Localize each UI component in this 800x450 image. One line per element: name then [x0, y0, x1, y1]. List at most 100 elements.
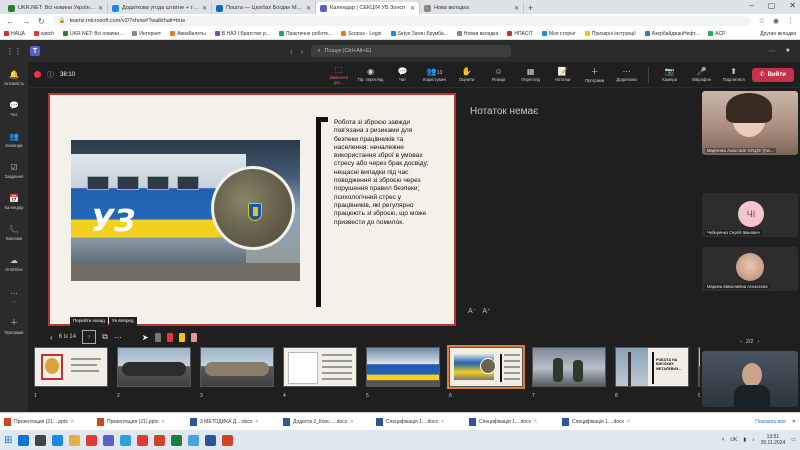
reactions-button[interactable]: ☺ Реакції [485, 67, 513, 82]
taskbar-app-icon[interactable] [103, 434, 115, 446]
tab-close-icon[interactable]: ✕ [514, 5, 519, 12]
chevron-up-icon[interactable]: ˄ [350, 419, 353, 425]
url-field[interactable]: 🔒 teams.microsoft.com/v2/?show#?walkthal… [52, 16, 751, 26]
increase-font-button[interactable]: A⁺ [482, 307, 490, 315]
taskbar-app-icon[interactable] [154, 434, 166, 446]
more-slide-options-icon[interactable]: ⋯ [114, 333, 122, 342]
bookmark-item[interactable]: Моя сторінг [541, 31, 576, 37]
taskbar-app-icon[interactable] [69, 434, 81, 446]
browser-tab[interactable]: Пошта — Цюхбах Богдан Микол ✕ [212, 2, 316, 14]
bookmark-item[interactable]: Scopus - Login [341, 31, 382, 37]
taskbar-app-icon[interactable] [188, 434, 200, 446]
close-downloads-icon[interactable]: ✕ [792, 419, 796, 425]
other-bookmarks[interactable]: Другие вкладки [760, 31, 796, 37]
back-icon[interactable]: ← [6, 17, 14, 26]
search-input[interactable]: ⌕ Пошук (Ctrl+Alt+E) [311, 45, 512, 57]
taskbar-app-icon[interactable] [222, 434, 234, 446]
pager-next-icon[interactable]: › [758, 339, 760, 345]
chevron-up-icon[interactable]: ˄ [255, 419, 258, 425]
download-item[interactable]: Специфікація 1....docx ˄ [376, 417, 464, 426]
browser-tab[interactable]: Календар | СЕКЦІЯ УБ Зонсп ✕ [316, 2, 420, 14]
bookmark-item[interactable]: Интернет [132, 31, 161, 37]
more-options-button[interactable]: ⋯ Додатково [613, 67, 641, 82]
raise-hand-button[interactable]: ✋ Оцінити [453, 67, 481, 82]
chevron-up-icon[interactable]: ˄ [441, 419, 444, 425]
notes-button[interactable]: 📝 Нотатки [549, 67, 577, 82]
notifications-icon[interactable]: ▭ [791, 437, 796, 443]
taskbar-app-icon[interactable] [171, 434, 183, 446]
bookmark-item[interactable]: UKR.NET: Всі новини... [63, 31, 123, 37]
rail-item-chat[interactable]: 💬 Чат [0, 93, 28, 124]
tray-arrow-icon[interactable]: ˄ [721, 437, 724, 443]
meeting-apps-button[interactable]: ＋ Програми [581, 66, 609, 83]
bookmark-item[interactable]: НАЦА [4, 31, 25, 37]
minimize-icon[interactable]: – [749, 1, 753, 10]
bookmark-item[interactable]: АСР [708, 31, 726, 37]
chevron-up-icon[interactable]: ˄ [161, 419, 164, 425]
tab-close-icon[interactable]: ✕ [306, 5, 311, 12]
download-item[interactable]: Презентация (21).pptx ˄ [97, 417, 185, 426]
clock[interactable]: 13:51 20.11.2024 [761, 434, 786, 446]
browser-tab[interactable]: UKR.NET: Всі новини України, о ✕ [4, 2, 108, 14]
leave-button[interactable]: ✆ Вийти [751, 67, 794, 82]
go-back-hint[interactable]: Перейти назад [70, 317, 108, 326]
rail-item-more[interactable]: …... [0, 279, 28, 310]
slide-thumbnail[interactable]: 4 [283, 347, 357, 399]
meeting-chat-button[interactable]: 💬 Чат [389, 67, 417, 82]
teams-back-icon[interactable]: ‹ [290, 47, 293, 56]
microphone-button[interactable]: 🎤 Мікрофон [688, 67, 716, 82]
close-window-icon[interactable]: ✕ [789, 1, 796, 10]
network-icon[interactable]: ▮ [743, 437, 746, 443]
taskbar-app-icon[interactable] [120, 434, 132, 446]
bookmark-item[interactable]: НПАСІТ [507, 31, 533, 37]
preview-button[interactable]: ◉ Пр. перегляд [357, 67, 385, 82]
bookmark-item[interactable]: watch [33, 31, 54, 37]
profile-icon[interactable]: ◉ [773, 17, 779, 25]
app-launcher-icon[interactable]: ⋮⋮ [0, 47, 28, 56]
chevron-up-icon[interactable]: ˄ [627, 419, 630, 425]
pager-prev-icon[interactable]: ‹ [740, 339, 742, 345]
show-all-downloads-link[interactable]: Показать все [755, 419, 786, 425]
star-icon[interactable]: ☆ [759, 17, 765, 25]
rail-item-teams[interactable]: 👥 Команди [0, 124, 28, 155]
red-pen-icon[interactable] [166, 332, 173, 342]
participant-tile[interactable]: Марина Миколаївна Алексєєва [702, 247, 798, 291]
slide-thumbnail[interactable]: 7 [532, 347, 606, 399]
user-avatar-icon[interactable]: ● [786, 47, 790, 55]
language-indicator[interactable]: UK [730, 437, 737, 443]
share-button[interactable]: ⬆ Поділитися [720, 67, 748, 82]
download-item[interactable]: Специфікація 1....docx ˄ [562, 417, 650, 426]
taskbar-app-icon[interactable] [86, 434, 98, 446]
next-slide-button[interactable]: › [82, 330, 97, 344]
prev-slide-icon[interactable]: ‹ [50, 333, 53, 342]
volume-icon[interactable]: ♪ [752, 437, 755, 443]
rail-item-tasks[interactable]: ☑ Завдання [0, 155, 28, 186]
rail-item-cloud[interactable]: ☁ OneDrive [0, 248, 28, 279]
rail-item-calendar[interactable]: 📅 Календар [0, 186, 28, 217]
slide-thumbnail[interactable]: 2 [117, 347, 191, 399]
eraser-icon[interactable] [190, 332, 197, 342]
bookmark-item[interactable]: В НАЗ | Братство р... [214, 31, 270, 37]
stop-sharing-button[interactable]: ⬚ Закінчити дос... [325, 65, 353, 85]
participant-tile[interactable]: Марченко Анастасія НУЦЗУ (Гос... [702, 91, 798, 155]
teams-forward-icon[interactable]: › [301, 47, 304, 56]
download-item[interactable]: 3 МЕТОДИКА Д....docx ˄ [190, 417, 278, 426]
view-button[interactable]: ▦ Перегляд [517, 67, 545, 82]
bookmark-item[interactable]: Авиабилеты [170, 31, 206, 37]
taskbar-app-icon[interactable] [205, 434, 217, 446]
chevron-up-icon[interactable]: ˄ [71, 419, 74, 425]
taskbar-app-icon[interactable] [137, 434, 149, 446]
download-item[interactable]: Додаток 2_Конс.....docx ˄ [283, 417, 371, 426]
bookmark-item[interactable]: Практичне роботе... [278, 31, 332, 37]
bookmark-item[interactable]: Новая вкладка [456, 31, 498, 37]
taskbar-app-icon[interactable] [52, 434, 64, 446]
taskbar-app-icon[interactable] [18, 434, 30, 446]
rail-item-apps[interactable]: ＋ Програми [0, 310, 28, 341]
rail-item-calls[interactable]: 📞 Виклики [0, 217, 28, 248]
bookmark-item[interactable]: АзербайджанНефт... [644, 31, 699, 37]
download-item[interactable]: Презентация (21....pptx ˄ [4, 417, 92, 426]
rail-item-bell[interactable]: 🔔 Активність [0, 62, 28, 93]
slide-thumbnail[interactable]: 6 [447, 345, 525, 399]
chevron-up-icon[interactable]: ˄ [534, 419, 537, 425]
reload-icon[interactable]: ↻ [38, 17, 45, 26]
